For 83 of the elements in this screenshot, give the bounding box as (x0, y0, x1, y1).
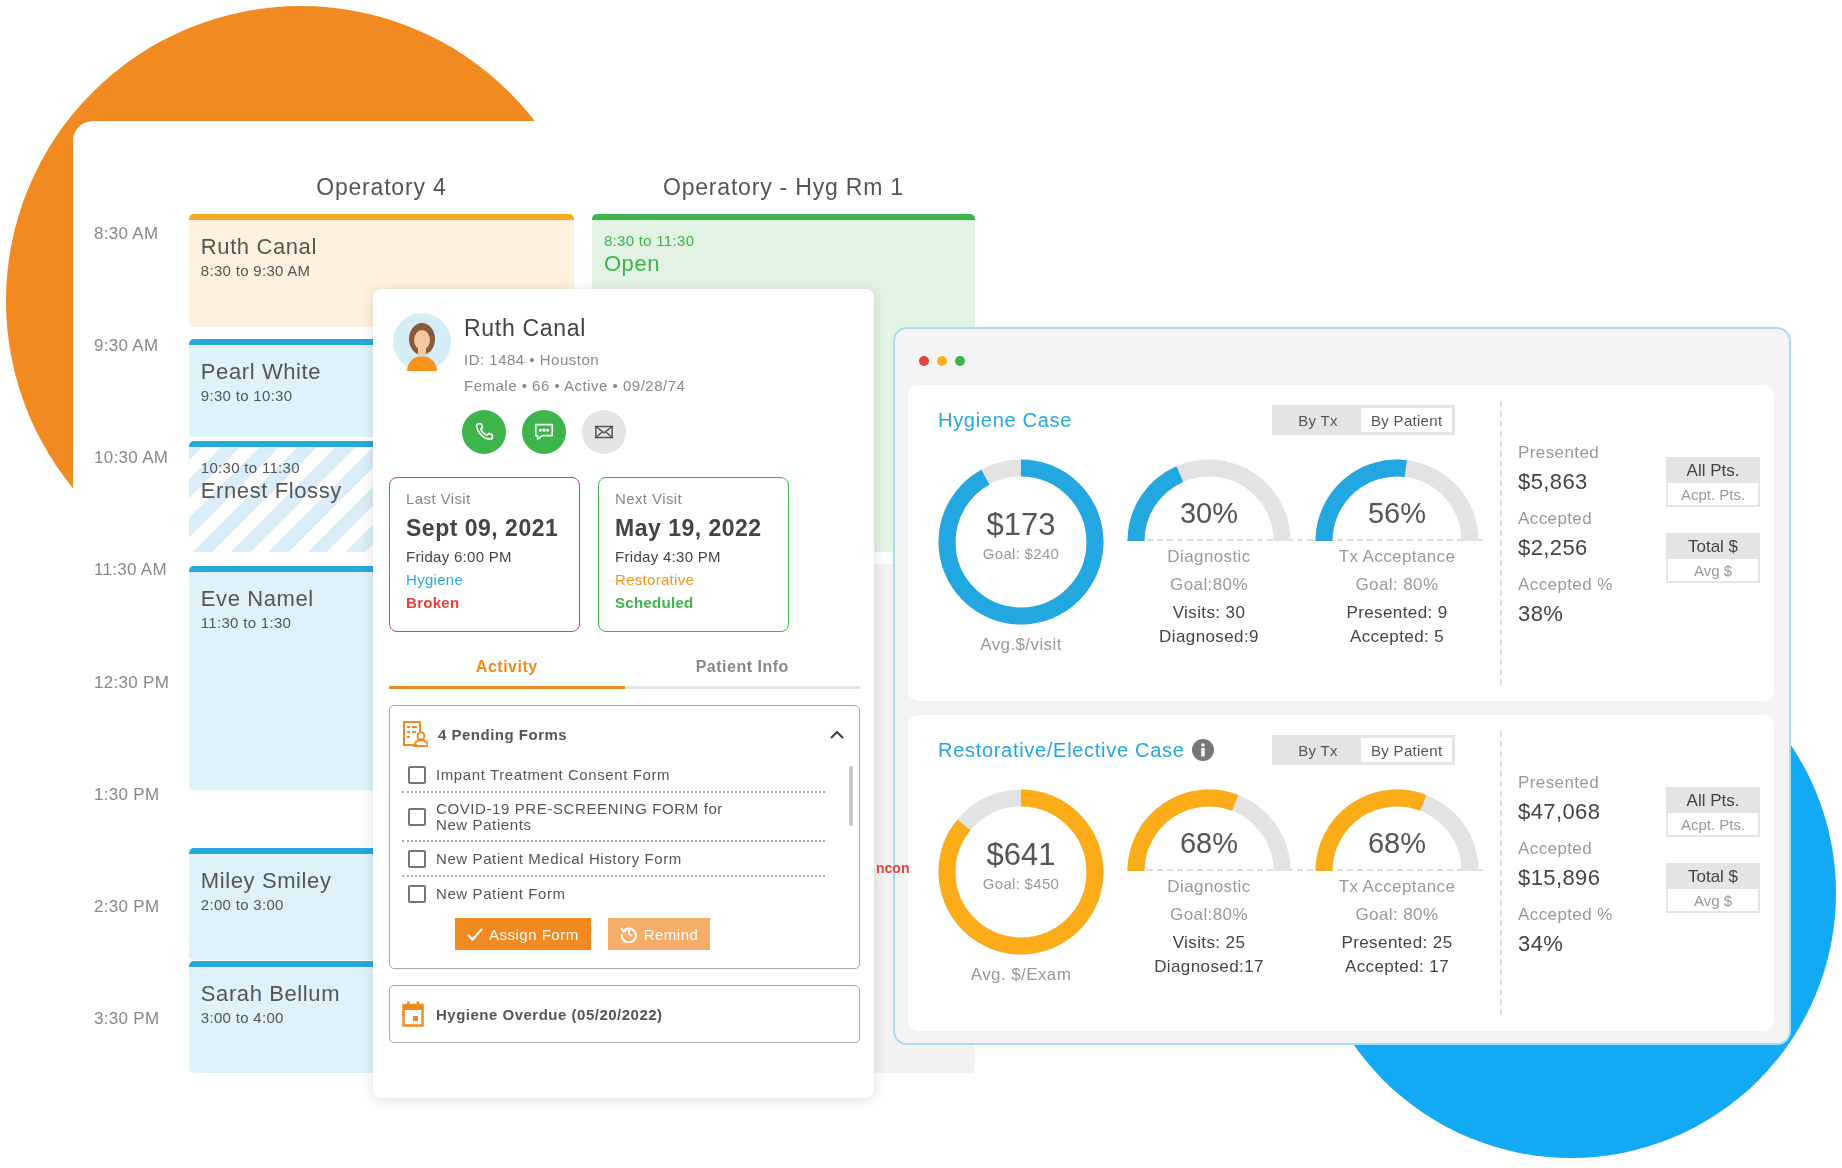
gauge-goal: Goal: 80% (1355, 905, 1439, 925)
gauge-stat: Diagnosed:9 (1159, 627, 1259, 647)
summary-value: $5,863 (1518, 469, 1589, 495)
gauge-label: Diagnostic (1167, 877, 1251, 897)
gauge-value: 56% (1366, 497, 1427, 530)
donut-value: $641 (986, 837, 1056, 873)
donut-caption: Avg.$/visit (980, 635, 1062, 655)
gauge-goal: Goal:80% (1170, 575, 1248, 595)
donut-value: $173 (986, 507, 1056, 543)
visit-time: Friday 4:30 PM (615, 548, 722, 565)
panel-title: Hygiene Case (938, 408, 1073, 432)
column-header: Operatory 4 (315, 173, 448, 202)
gauge-value: 68% (1366, 827, 1427, 860)
summary-label: Accepted (1518, 509, 1594, 529)
time-label: 8:30 AM (93, 224, 160, 245)
appointment-time: 11:30 to 1:30 (200, 614, 292, 631)
visit-label: Last Visit (406, 490, 472, 507)
summary-label: Presented (1518, 443, 1601, 463)
summary-value: $47,068 (1518, 799, 1602, 825)
gauge-stat: Accepted: 5 (1349, 627, 1445, 647)
patient-name: Ernest Flossy (200, 478, 342, 504)
appointment-time: 2:00 to 3:00 (200, 896, 284, 913)
form-name: New Patient Form (436, 886, 566, 902)
patient-name: Open (603, 251, 661, 277)
time-label: 10:30 AM (93, 448, 170, 470)
patient-name: Eve Namel (200, 586, 314, 612)
appointment-time: 8:30 to 9:30 AM (200, 262, 311, 279)
patient-name: Ruth Canal (200, 234, 317, 260)
gauge-stat: Visits: 25 (1172, 933, 1246, 953)
reminder-text: Hygiene Overdue (05/20/2022) (436, 1005, 663, 1023)
time-label: 11:30 AM (93, 560, 168, 582)
form-name: COVID-19 PRE-SCREENING FORM for New Patients (436, 801, 724, 833)
patient-name: Miley Smiley (200, 868, 332, 894)
column-header: Operatory - Hyg Rm 1 (661, 173, 905, 202)
visit-date: Sept 09, 2021 (406, 515, 560, 542)
form-name: New Patient Medical History Form (436, 851, 682, 867)
summary-value: 34% (1518, 931, 1565, 957)
gauge-goal: Goal:80% (1170, 905, 1248, 925)
time-label: 12:30 PM (93, 672, 171, 694)
summary-label: Accepted % (1518, 575, 1614, 595)
visit-time: Friday 6:00 PM (406, 548, 513, 565)
time-label: 2:30 PM (93, 896, 161, 918)
gauge-value: 68% (1178, 827, 1239, 860)
appointment-time: 9:30 to 10:30 (200, 387, 293, 404)
gauge-stat: Diagnosed:17 (1154, 957, 1264, 977)
gauge-value: 30% (1178, 497, 1239, 530)
forms-title: 4 Pending Forms (438, 725, 569, 743)
gauge-goal: Goal: 80% (1355, 575, 1439, 595)
summary-value: $15,896 (1518, 865, 1602, 891)
summary-value: $2,256 (1518, 535, 1589, 561)
visit-type: Hygiene (406, 571, 465, 588)
summary-label: Presented (1518, 773, 1601, 793)
visit-date: May 19, 2022 (615, 515, 763, 542)
time-label: 9:30 AM (93, 336, 160, 358)
patient-name: Sarah Bellum (200, 981, 341, 1007)
patient-details: ID: 1484 • Houston (464, 351, 601, 368)
patient-name: Pearl White (200, 359, 322, 385)
summary-label: Accepted (1518, 839, 1594, 859)
summary-label: Accepted % (1518, 905, 1614, 925)
appointment-time: 8:30 to 11:30 (603, 232, 695, 249)
gauge-stat: Presented: 25 (1341, 933, 1453, 953)
form-name: Impant Treatment Consent Form (436, 767, 671, 783)
donut-goal: Goal: $240 (982, 545, 1060, 562)
gauge-stat: Accepted: 17 (1344, 957, 1449, 977)
visit-status: Broken (406, 594, 461, 611)
time-label: 1:30 PM (93, 784, 161, 806)
gauge-label: Tx Acceptance (1338, 877, 1456, 897)
gauge-label: Diagnostic (1167, 547, 1251, 567)
appointment-time: 3:00 to 4:00 (200, 1009, 284, 1026)
visit-label: Next Visit (615, 490, 684, 507)
donut-caption: Avg. $/Exam (970, 965, 1072, 985)
visit-type: Restorative (615, 571, 696, 588)
appointment-time: 10:30 to 11:30 (200, 459, 300, 476)
visit-status: Scheduled (615, 594, 695, 611)
time-label: 3:30 PM (93, 1008, 161, 1030)
panel-title: Restorative/Elective Case (938, 738, 1185, 762)
gauge-stat: Visits: 30 (1172, 603, 1246, 623)
partial-text: ncon (876, 860, 910, 876)
patient-details: Female • 66 • Active • 09/28/74 (464, 377, 686, 394)
donut-goal: Goal: $450 (982, 875, 1060, 892)
summary-value: 38% (1518, 601, 1565, 627)
gauge-label: Tx Acceptance (1338, 547, 1456, 567)
gauge-stat: Presented: 9 (1346, 603, 1448, 623)
